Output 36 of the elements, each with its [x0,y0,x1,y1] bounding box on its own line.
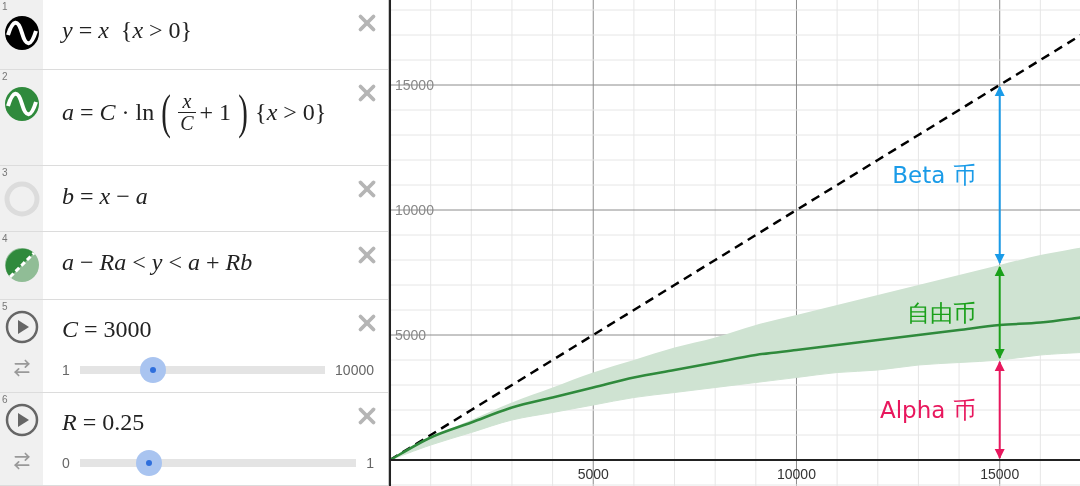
math-text: {x > 0} [255,98,327,126]
play-icon[interactable] [4,310,39,344]
play-icon[interactable] [4,403,39,437]
slider-min: 0 [62,455,70,471]
parenthesis: ( [161,88,171,136]
math-text: R = 0.25 [62,409,145,436]
math-text: y = x {x > 0} [62,17,193,44]
slider-max: 1 [366,455,374,471]
parenthesis: ) [238,88,248,136]
shaded-region-icon[interactable] [3,247,40,283]
math-text: + 1 [199,98,232,126]
math-text: b = x − a [62,183,148,210]
line-number: 4 [2,233,8,244]
line-number: 1 [2,1,8,12]
slider-min: 1 [62,362,70,378]
annotation-label: 自由币 [906,299,976,326]
fraction: x C [178,90,196,134]
math-text: a = C · ln [62,98,155,126]
y-tick-label: 15000 [395,77,434,93]
x-tick-label: 10000 [777,466,816,482]
x-tick-label: 15000 [980,466,1020,482]
line-number: 3 [2,167,8,178]
slider-thumb[interactable] [140,357,167,383]
annotation-label: Alpha 币 [880,397,976,423]
annotation-label: Beta 币 [892,162,976,188]
line-number: 5 [2,301,8,312]
line-number: 6 [2,394,8,405]
wave-icon[interactable] [3,15,40,51]
slider-thumb[interactable] [135,450,162,476]
line-number: 2 [2,71,8,82]
x-tick-label: 5000 [577,466,609,482]
math-text: C = 3000 [62,316,152,343]
math-text: a − Ra < y < a + Rb [62,249,253,276]
y-tick-label: 5000 [395,327,427,343]
slider-max: 10000 [335,362,374,378]
y-tick-label: 10000 [395,202,434,218]
